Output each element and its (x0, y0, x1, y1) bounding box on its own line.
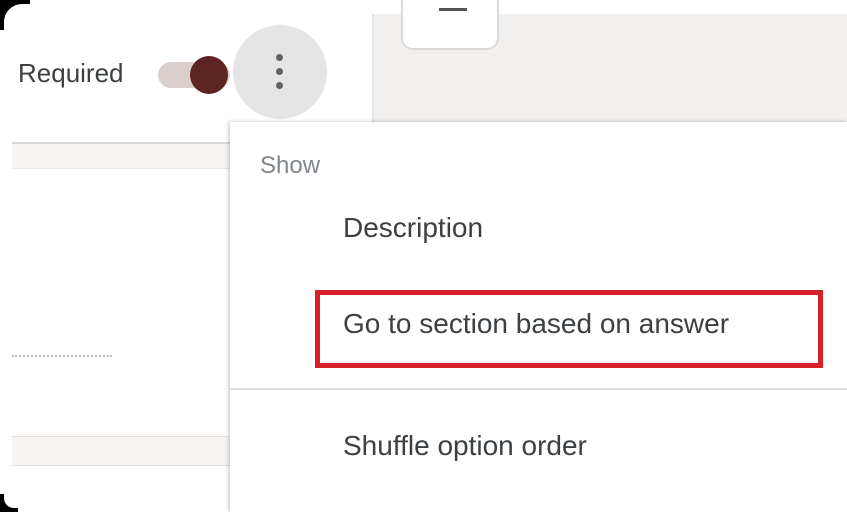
menu-item-label: Description (343, 212, 484, 243)
more-options-menu: Show Description Go to section based on … (230, 122, 847, 512)
menu-header: Show (260, 152, 321, 179)
more-vert-icon (276, 54, 284, 90)
menu-item-shuffle-option-order[interactable]: Shuffle option order (230, 412, 847, 484)
form-field-line (12, 436, 232, 466)
more-options-button[interactable] (233, 25, 327, 119)
screenshot-corner (0, 0, 64, 64)
toolbar-icon (439, 8, 467, 11)
screenshot-corner (0, 468, 44, 512)
form-field-line (12, 142, 232, 169)
menu-item-go-to-section[interactable]: Go to section based on answer (230, 290, 847, 362)
menu-item-label: Shuffle option order (343, 430, 587, 461)
menu-item-description[interactable]: Description (230, 194, 847, 266)
required-toggle-knob[interactable] (190, 56, 228, 94)
menu-item-label: Go to section based on answer (343, 308, 730, 339)
menu-separator (230, 388, 847, 390)
form-field-dotted-line (12, 355, 112, 357)
floating-toolbar[interactable] (401, 0, 499, 50)
